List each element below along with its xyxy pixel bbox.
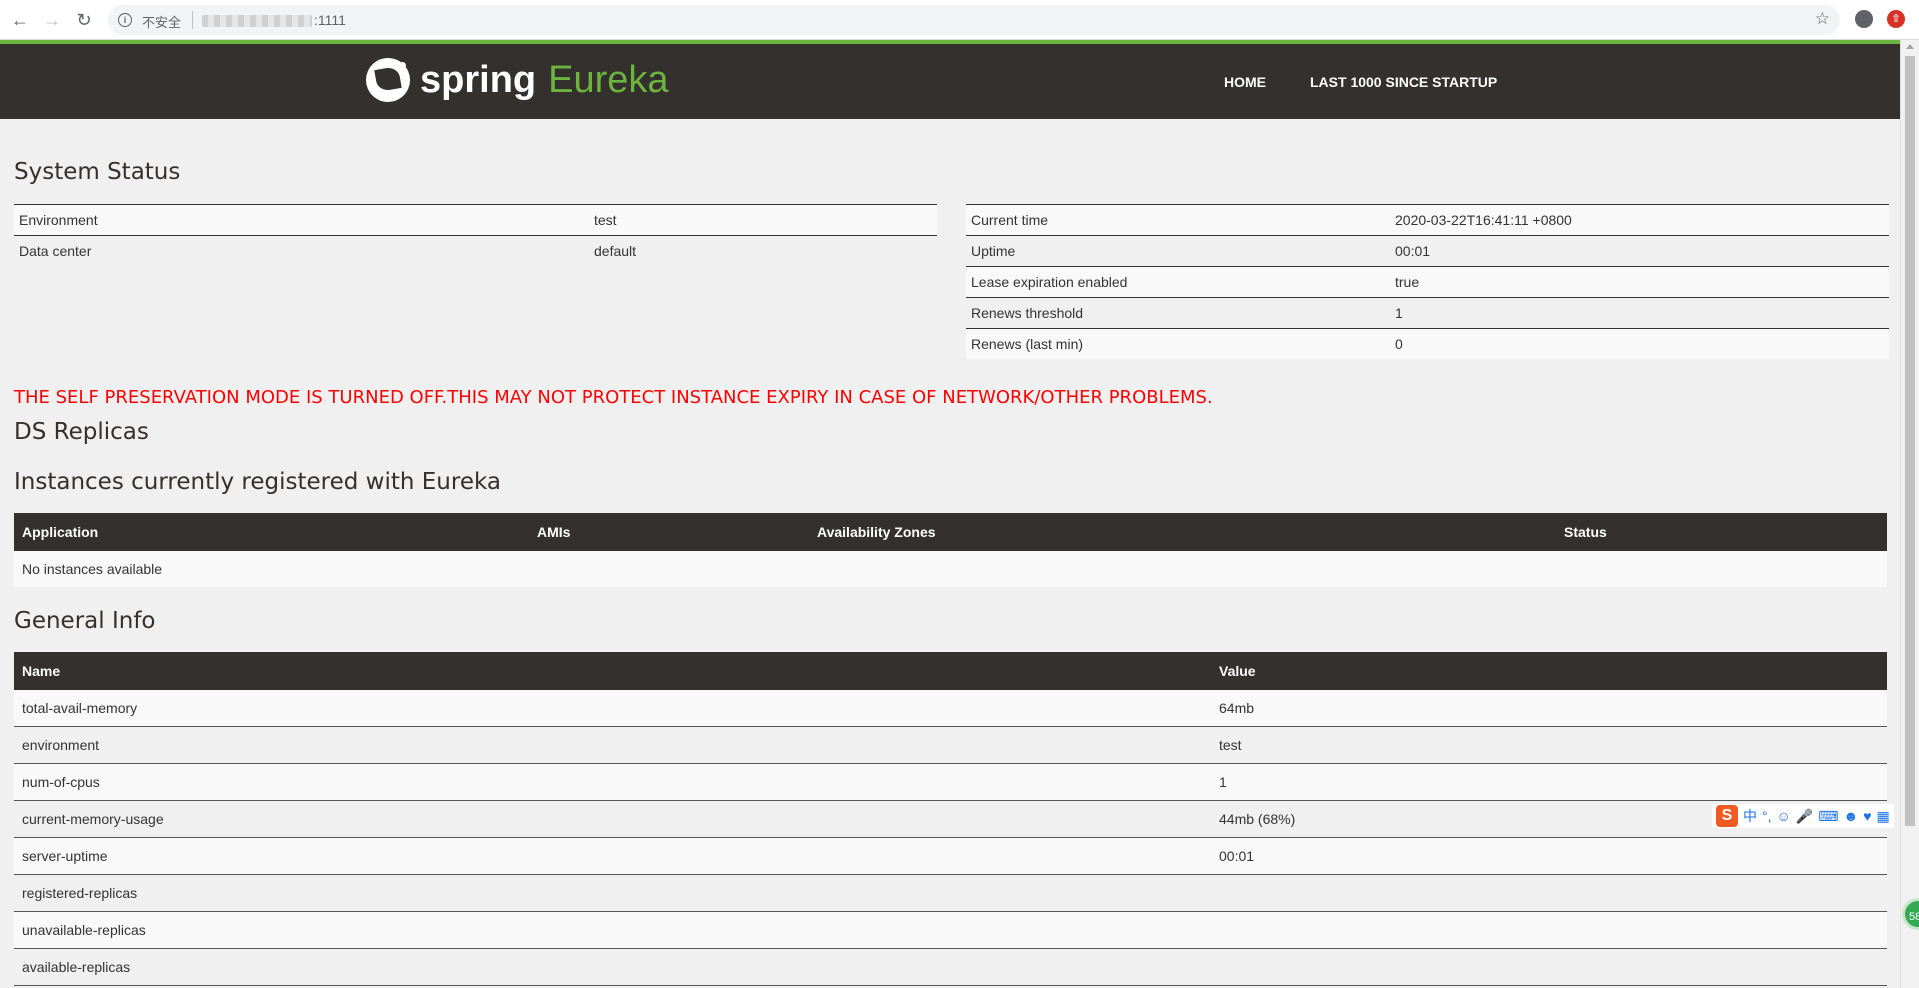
no-instances-text: No instances available xyxy=(14,551,1887,587)
bookmark-star-icon[interactable]: ☆ xyxy=(1815,9,1830,29)
sogou-ime-icon[interactable]: S xyxy=(1716,805,1738,827)
status-name: Renews (last min) xyxy=(966,328,1390,359)
microphone-icon[interactable]: 🎤 xyxy=(1796,808,1813,825)
system-status-left-table: Environment test Data center default xyxy=(14,204,937,266)
table-row: server-uptime 00:01 xyxy=(14,837,1887,875)
forward-icon[interactable]: → xyxy=(40,8,64,32)
status-value: 00:01 xyxy=(1390,235,1889,267)
status-name: Current time xyxy=(966,204,1390,236)
table-row: Renews threshold 1 xyxy=(966,297,1889,329)
profile-icon[interactable] xyxy=(1855,10,1873,28)
table-row: current-memory-usage 44mb (68%) xyxy=(14,800,1887,838)
status-value: test xyxy=(589,204,937,236)
general-info-table: Name Value total-avail-memory 64mb envir… xyxy=(14,652,1887,986)
reload-icon[interactable]: ↻ xyxy=(72,8,96,32)
table-row: Current time 2020-03-22T16:41:11 +0800 xyxy=(966,204,1889,236)
url-host-redacted xyxy=(202,15,312,27)
address-divider xyxy=(192,11,193,29)
table-row: total-avail-memory 64mb xyxy=(14,690,1887,727)
column-name: Name xyxy=(14,652,1211,690)
table-row: Lease expiration enabled true xyxy=(966,266,1889,298)
table-row: Environment test xyxy=(14,204,937,236)
status-name: Uptime xyxy=(966,235,1390,267)
table-row: Data center default xyxy=(14,235,937,266)
status-value: 0 xyxy=(1390,328,1889,359)
info-name: unavailable-replicas xyxy=(14,911,1211,949)
status-value: 1 xyxy=(1390,297,1889,329)
system-status-right-table: Current time 2020-03-22T16:41:11 +0800 U… xyxy=(966,204,1889,359)
table-row: unavailable-replicas xyxy=(14,911,1887,949)
url-port: :1111 xyxy=(314,12,346,28)
address-bar[interactable]: i 不安全 :1111 ☆ xyxy=(108,5,1840,35)
grid-menu-icon[interactable]: ▦ xyxy=(1877,808,1890,825)
page-scrollbar[interactable] xyxy=(1900,40,1919,988)
skin-icon[interactable]: ♥ xyxy=(1863,808,1871,824)
info-value xyxy=(1211,911,1887,949)
eureka-header: spring Eureka HOME LAST 1000 SINCE START… xyxy=(0,40,1900,119)
nav-home[interactable]: HOME xyxy=(1224,44,1266,119)
status-value: 2020-03-22T16:41:11 +0800 xyxy=(1390,204,1889,236)
spring-leaf-icon xyxy=(366,58,410,102)
info-value: 1 xyxy=(1211,763,1887,801)
table-header-row: Name Value xyxy=(14,652,1887,690)
instances-title: Instances currently registered with Eure… xyxy=(14,469,501,495)
info-name: total-avail-memory xyxy=(14,690,1211,727)
info-value: 64mb xyxy=(1211,690,1887,727)
scrollbar-thumb[interactable] xyxy=(1905,56,1915,826)
column-value: Value xyxy=(1211,652,1887,690)
table-header-row: Application AMIs Availability Zones Stat… xyxy=(14,513,1887,551)
info-value: test xyxy=(1211,726,1887,764)
column-status: Status xyxy=(1556,513,1887,551)
status-value: true xyxy=(1390,266,1889,298)
back-icon[interactable]: ← xyxy=(8,8,32,32)
ime-punct-label[interactable]: °, xyxy=(1762,808,1772,824)
general-info-title: General Info xyxy=(14,608,156,634)
info-value xyxy=(1211,874,1887,912)
status-value: default xyxy=(589,235,937,266)
table-row: Uptime 00:01 xyxy=(966,235,1889,267)
nav-last-1000-link[interactable]: LAST 1000 SINCE STARTUP xyxy=(1310,74,1497,90)
info-name: server-uptime xyxy=(14,837,1211,875)
info-name: num-of-cpus xyxy=(14,763,1211,801)
table-row: environment test xyxy=(14,726,1887,764)
browser-toolbar: ← → ↻ i 不安全 :1111 ☆ ⇧ xyxy=(0,0,1919,40)
self-preservation-warning: THE SELF PRESERVATION MODE IS TURNED OFF… xyxy=(14,387,1213,408)
table-row: registered-replicas xyxy=(14,874,1887,912)
ds-replicas-title: DS Replicas xyxy=(14,419,149,445)
status-name: Renews threshold xyxy=(966,297,1390,329)
table-row: Renews (last min) 0 xyxy=(966,328,1889,359)
table-row: No instances available xyxy=(14,551,1887,587)
brand-spring: spring xyxy=(420,58,537,101)
column-application: Application xyxy=(14,513,529,551)
brand-eureka: Eureka xyxy=(548,58,669,101)
status-name: Environment xyxy=(14,204,589,236)
column-amis: AMIs xyxy=(529,513,809,551)
security-label: 不安全 xyxy=(142,15,182,30)
system-status-title: System Status xyxy=(14,159,181,185)
scroll-up-icon[interactable] xyxy=(1906,44,1914,49)
status-name: Data center xyxy=(14,235,589,266)
nav-last-1000[interactable]: LAST 1000 SINCE STARTUP xyxy=(1310,44,1497,119)
ime-toolbar[interactable]: S 中 °, ☺ 🎤 ⌨ ☻ ♥ ▦ xyxy=(1712,804,1894,828)
status-name: Lease expiration enabled xyxy=(966,266,1390,298)
info-value xyxy=(1211,948,1887,986)
table-row: num-of-cpus 1 xyxy=(14,763,1887,801)
info-name: available-replicas xyxy=(14,948,1211,986)
info-name: environment xyxy=(14,726,1211,764)
info-name: registered-replicas xyxy=(14,874,1211,912)
user-icon[interactable]: ☻ xyxy=(1843,808,1858,824)
info-icon[interactable]: i xyxy=(118,13,132,27)
info-name: current-memory-usage xyxy=(14,800,1211,838)
info-value: 00:01 xyxy=(1211,837,1887,875)
instances-table: Application AMIs Availability Zones Stat… xyxy=(14,513,1887,587)
spring-eureka-logo[interactable]: spring Eureka xyxy=(366,56,669,104)
nav-home-link[interactable]: HOME xyxy=(1224,74,1266,90)
emoji-icon[interactable]: ☺ xyxy=(1777,808,1791,824)
ime-mode-label[interactable]: 中 xyxy=(1743,806,1757,826)
keyboard-icon[interactable]: ⌨ xyxy=(1818,808,1838,825)
extension-icon[interactable]: ⇧ xyxy=(1887,10,1905,28)
column-availability-zones: Availability Zones xyxy=(809,513,1556,551)
table-row: available-replicas xyxy=(14,948,1887,986)
